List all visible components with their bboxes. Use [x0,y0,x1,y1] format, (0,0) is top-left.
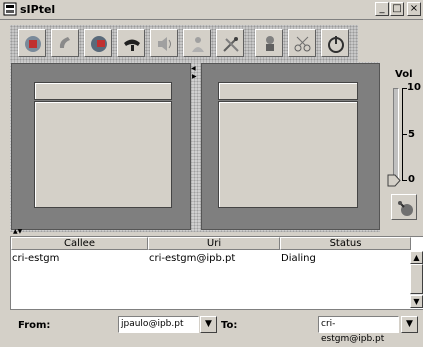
scissors-button[interactable] [288,29,316,57]
cell-uri: cri-estgm@ipb.pt [149,253,236,264]
speaker-button[interactable] [150,29,178,57]
from-dropdown-button[interactable]: ▼ [200,316,217,333]
speaker-icon [158,37,171,51]
tools-button[interactable] [216,29,244,57]
volume-major-tick [402,134,407,135]
toolbar [10,25,358,63]
divider-right-arrow-icon[interactable]: ▶ [192,73,197,80]
right-panel-body [218,101,358,208]
close-button[interactable]: × [407,2,421,16]
contacts-icon [266,36,274,51]
call-table: Callee Uri Status cri-estgm cri-estgm@ip… [10,236,423,310]
register-button[interactable] [18,29,46,57]
globe-icon [91,36,107,52]
left-panel-body [34,101,172,208]
power-button[interactable] [321,29,349,57]
app-icon [3,2,17,16]
power-icon [328,36,344,53]
volume-track[interactable] [393,88,399,182]
user-icon [192,37,204,52]
left-video-panel [11,63,191,230]
cell-status: Dialing [281,253,316,264]
divider-left-arrow-icon[interactable]: ◀ [191,65,196,72]
scissors-icon [294,36,311,52]
call-button[interactable] [51,29,79,57]
volume-tick-5: 5 [408,129,415,140]
volume-major-tick [402,180,407,181]
from-combo[interactable]: jpaulo@ipb.pt [118,316,199,333]
globe-button[interactable] [84,29,112,57]
volume-tick-0: 0 [408,174,415,185]
splitter-up-arrow-icon[interactable]: ▲▼ [13,228,22,235]
contacts-button[interactable] [255,29,283,57]
left-panel-header [34,82,172,100]
from-label: From: [18,320,51,331]
table-row[interactable]: cri-estgm cri-estgm@ipb.pt Dialing [11,251,411,265]
split-divider[interactable]: ◀ ▶ [191,63,198,228]
scroll-down-button[interactable]: ▼ [410,295,423,308]
volume-label: Vol [395,69,413,80]
minimize-button[interactable]: _ [375,2,389,16]
to-dropdown-button[interactable]: ▼ [401,316,418,333]
phone-icon [59,37,70,48]
window-title: sIPtel [20,3,56,16]
user-button[interactable] [183,29,211,57]
column-header-uri[interactable]: Uri [148,237,280,250]
to-label: To: [221,320,238,331]
scroll-up-button[interactable]: ▲ [410,251,423,264]
to-combo[interactable]: cri-estgm@ipb.pt [318,316,399,344]
microphone-icon [398,201,413,216]
title-bar: sIPtel _ □ × [0,0,423,20]
maximize-button[interactable]: □ [390,2,404,16]
tools-icon [223,37,239,52]
volume-slider-thumb[interactable] [387,174,401,187]
mute-button[interactable] [391,194,417,220]
right-video-panel [201,63,380,230]
hangup-button[interactable] [117,29,145,57]
column-header-status[interactable]: Status [280,237,411,250]
volume-tick-10: 10 [407,82,421,93]
hangup-icon [124,39,140,51]
scroll-thumb[interactable] [410,264,423,294]
table-scrollbar[interactable]: ▲ ▼ [410,251,423,308]
cell-callee: cri-estgm [12,253,60,264]
register-icon [25,36,41,52]
column-header-callee[interactable]: Callee [11,237,148,250]
right-panel-header [218,82,358,100]
